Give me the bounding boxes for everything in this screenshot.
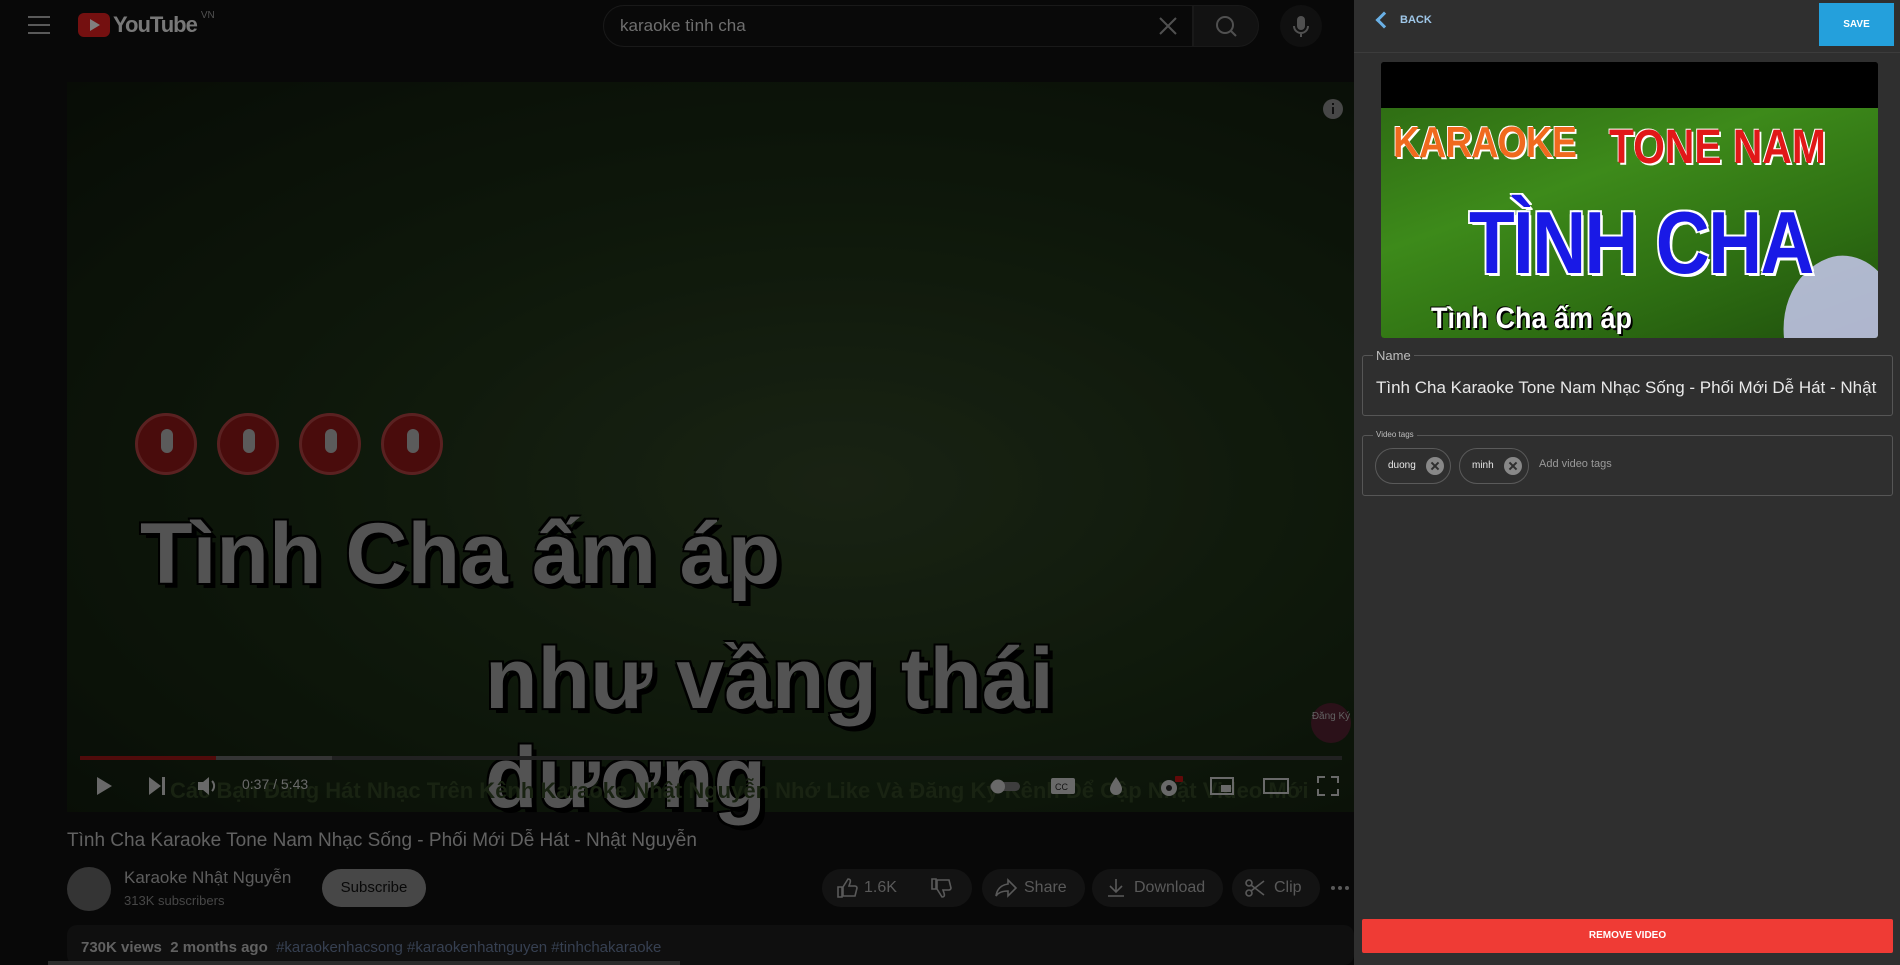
subscribe-button[interactable]: Subscribe: [322, 869, 426, 907]
channel-avatar[interactable]: [67, 867, 111, 911]
scrolling-banner: Các Bạn Đăng Hát Nhạc Trên Kênh Karaoke …: [170, 778, 1309, 803]
video-description[interactable]: 730K views 2 months ago #karaokenhacsong…: [67, 925, 1354, 965]
microphone-icon: [299, 413, 361, 475]
miniplayer-icon[interactable]: [1209, 775, 1235, 797]
settings-gear-icon[interactable]: [1157, 775, 1183, 799]
autoplay-toggle-icon[interactable]: [988, 775, 1024, 797]
download-button[interactable]: Download: [1092, 869, 1224, 907]
captions-icon[interactable]: CC: [1050, 775, 1076, 797]
remove-video-button[interactable]: REMOVE VIDEO: [1362, 919, 1893, 953]
search-button[interactable]: [1193, 5, 1259, 47]
time-display: 0:37 / 5:43: [242, 776, 309, 792]
clip-button[interactable]: Clip: [1232, 869, 1320, 907]
scissors-icon: [1245, 879, 1265, 897]
info-icon[interactable]: [1322, 98, 1344, 120]
microphone-indicators: [135, 413, 443, 475]
like-count: 1.6K: [864, 879, 897, 896]
logo-text: YouTube: [113, 12, 198, 37]
thumbnail-title-text: TÌNH CHA: [1469, 193, 1814, 292]
share-icon: [995, 878, 1018, 898]
thumbnail-letterbox: [1381, 62, 1878, 108]
tag-chip[interactable]: minh: [1459, 448, 1529, 484]
more-actions-icon[interactable]: [1330, 880, 1350, 896]
progress-bar[interactable]: [80, 756, 1342, 760]
view-count: 730K views: [81, 939, 162, 956]
video-tags-label: Video tags: [1373, 430, 1417, 439]
next-icon[interactable]: [146, 775, 168, 797]
subscriber-count: 313K subscribers: [124, 893, 225, 908]
microphone-icon: [381, 413, 443, 475]
thumbs-up-icon: [837, 878, 858, 898]
add-tag-input[interactable]: Add video tags: [1539, 458, 1612, 470]
tag-chip-label: minh: [1472, 460, 1494, 471]
microphone-icon: [135, 413, 197, 475]
name-input[interactable]: Tình Cha Karaoke Tone Nam Nhạc Sống - Ph…: [1376, 378, 1881, 398]
theater-mode-icon[interactable]: [1262, 775, 1290, 797]
play-icon[interactable]: [94, 775, 114, 797]
share-button[interactable]: Share: [982, 869, 1085, 907]
download-label: Download: [1134, 879, 1206, 896]
thumbnail-tone-text: TONE NAM: [1609, 121, 1826, 174]
youtube-play-icon: [78, 13, 110, 37]
channel-name[interactable]: Karaoke Nhật Nguyễn: [124, 868, 291, 888]
remove-tag-icon[interactable]: [1504, 457, 1522, 475]
fullscreen-icon[interactable]: [1316, 775, 1340, 797]
search-input[interactable]: karaoke tình cha: [620, 16, 746, 36]
back-button[interactable]: BACK: [1374, 11, 1432, 29]
thumbs-down-icon[interactable]: [930, 878, 952, 898]
menu-icon[interactable]: [28, 16, 50, 34]
youtube-page: YouTube VN karaoke tình cha Tình Cha ấm …: [0, 0, 1354, 965]
microphone-icon: [217, 413, 279, 475]
search-box[interactable]: karaoke tình cha: [603, 5, 1193, 47]
panel-header: BACK SAVE: [1354, 0, 1900, 53]
remove-tag-icon[interactable]: [1426, 457, 1444, 475]
thumbnail-karaoke-text: KARAOKE: [1393, 118, 1577, 167]
name-field[interactable]: Name Tình Cha Karaoke Tone Nam Nhạc Sống…: [1362, 348, 1893, 416]
country-code: VN: [200, 9, 215, 21]
thumbnail-subtitle-text: Tình Cha ấm áp: [1431, 302, 1633, 335]
ambient-icon[interactable]: [1106, 775, 1126, 797]
video-title: Tình Cha Karaoke Tone Nam Nhạc Sống - Ph…: [67, 830, 697, 851]
progress-played: [80, 756, 217, 760]
video-thumbnail: KARAOKE TONE NAM TÌNH CHA Tình Cha ấm áp: [1381, 62, 1878, 338]
svg-text:CC: CC: [1055, 782, 1068, 792]
masthead: YouTube VN karaoke tình cha: [0, 0, 1354, 50]
video-tags-field[interactable]: Video tags duong minh Add video tags: [1362, 430, 1893, 496]
screen: YouTube VN karaoke tình cha Tình Cha ấm …: [0, 0, 1900, 965]
search-icon: [1216, 16, 1237, 37]
microphone-icon: [1293, 16, 1309, 37]
volume-icon[interactable]: [196, 775, 222, 797]
download-icon: [1108, 879, 1124, 897]
youtube-logo[interactable]: YouTube VN: [78, 9, 215, 38]
tag-chip-label: duong: [1388, 460, 1416, 471]
upload-date: 2 months ago: [170, 939, 268, 956]
share-label: Share: [1024, 879, 1067, 896]
tag-chip[interactable]: duong: [1375, 448, 1451, 484]
clear-search-icon[interactable]: [1158, 16, 1178, 36]
chevron-left-icon: [1375, 11, 1393, 29]
scroll-indicator: [48, 961, 680, 965]
lyrics-line-1: Tình Cha ấm áp: [140, 506, 781, 602]
save-button[interactable]: SAVE: [1819, 3, 1894, 46]
name-label: Name: [1373, 348, 1414, 363]
edit-video-panel: BACK SAVE KARAOKE TONE NAM TÌNH CHA Tình…: [1354, 0, 1900, 965]
clip-label: Clip: [1274, 879, 1302, 896]
voice-search-button[interactable]: [1280, 5, 1322, 47]
like-button[interactable]: 1.6K: [822, 869, 972, 907]
back-label: BACK: [1400, 14, 1432, 26]
hashtags[interactable]: #karaokenhacsong #karaokenhatnguyen #tin…: [276, 939, 661, 956]
subscribe-watermark[interactable]: Đăng Ký: [1311, 703, 1351, 743]
